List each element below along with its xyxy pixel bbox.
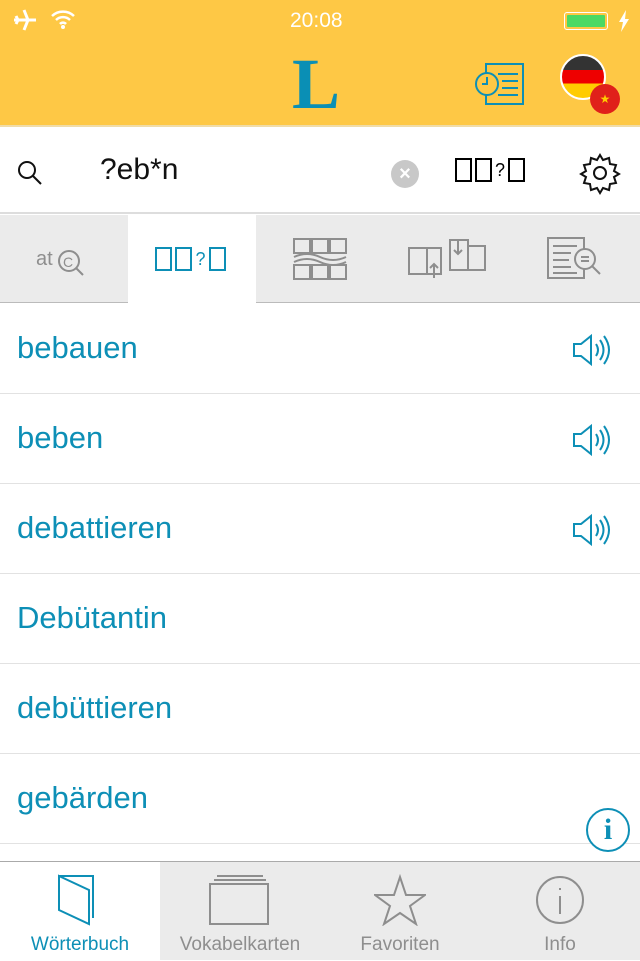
- speaker-icon[interactable]: [572, 332, 612, 368]
- app-header: L ★: [0, 40, 640, 127]
- tab-vokabelkarten[interactable]: Vokabelkarten: [160, 862, 320, 961]
- speaker-icon[interactable]: [572, 422, 612, 458]
- status-bar: 20:08: [0, 0, 640, 40]
- mode-inflection-search[interactable]: [384, 215, 512, 303]
- result-word: beben: [17, 420, 104, 455]
- spelling-search-icon: at C: [36, 248, 84, 276]
- settings-gear-icon[interactable]: [578, 151, 622, 195]
- result-word: bebauen: [17, 330, 138, 365]
- fuzzy-search-icon: [293, 238, 347, 280]
- charging-icon: [619, 10, 629, 32]
- clock: 20:08: [290, 9, 343, 32]
- wifi-icon: [51, 10, 75, 29]
- airplane-icon: [14, 9, 36, 31]
- svg-text:at: at: [36, 248, 53, 270]
- star-icon: [374, 874, 426, 926]
- search-bar: ?eb*n × ?: [0, 129, 640, 214]
- clear-button[interactable]: ×: [391, 160, 419, 188]
- wildcard-search-icon: ?: [155, 247, 228, 271]
- list-item[interactable]: bebauen: [0, 304, 640, 394]
- list-item[interactable]: Debütantin: [0, 574, 640, 664]
- tab-label: Favoriten: [360, 934, 440, 955]
- history-icon[interactable]: [474, 62, 526, 106]
- app-logo: L: [292, 44, 341, 124]
- search-input[interactable]: ?eb*n: [100, 153, 178, 187]
- wildcard-button[interactable]: ?: [455, 158, 528, 182]
- list-item[interactable]: gebärden: [0, 754, 640, 844]
- tab-woerterbuch[interactable]: Wörterbuch: [0, 862, 160, 961]
- list-item[interactable]: debüttieren: [0, 664, 640, 754]
- chinese-flag-icon: ★: [590, 84, 620, 114]
- mode-wildcard-search[interactable]: ?: [128, 215, 256, 303]
- svg-text:C: C: [63, 254, 73, 270]
- results-list: bebauen beben debattieren Debütantin deb…: [0, 304, 640, 844]
- result-word: debattieren: [17, 510, 173, 545]
- book-icon: [58, 874, 94, 926]
- tab-info[interactable]: Info: [480, 862, 640, 961]
- mode-fuzzy-search[interactable]: [256, 215, 384, 303]
- fulltext-search-icon: [547, 237, 601, 279]
- info-button[interactable]: i: [586, 808, 630, 852]
- result-word: Debütantin: [17, 600, 167, 635]
- tab-label: Vokabelkarten: [179, 934, 301, 955]
- info-icon: [536, 876, 584, 924]
- search-mode-tabs: at C ?: [0, 215, 640, 303]
- tab-bar: Wörterbuch Vokabelkarten Favoriten Info: [0, 861, 640, 961]
- speaker-icon[interactable]: [572, 512, 612, 548]
- battery-icon: [564, 12, 608, 30]
- list-item[interactable]: beben: [0, 394, 640, 484]
- tab-label: Info: [544, 934, 576, 955]
- language-pair-button[interactable]: ★: [560, 54, 622, 116]
- tab-label: Wörterbuch: [30, 934, 130, 955]
- search-icon: [18, 161, 42, 185]
- result-word: gebärden: [17, 780, 149, 815]
- mode-spelling-search[interactable]: at C: [0, 215, 128, 303]
- list-item[interactable]: debattieren: [0, 484, 640, 574]
- tab-favoriten[interactable]: Favoriten: [320, 862, 480, 961]
- inflection-search-icon: [408, 239, 486, 278]
- result-word: debüttieren: [17, 690, 173, 725]
- flashcards-icon: [209, 875, 269, 925]
- mode-fulltext-search[interactable]: [512, 215, 640, 303]
